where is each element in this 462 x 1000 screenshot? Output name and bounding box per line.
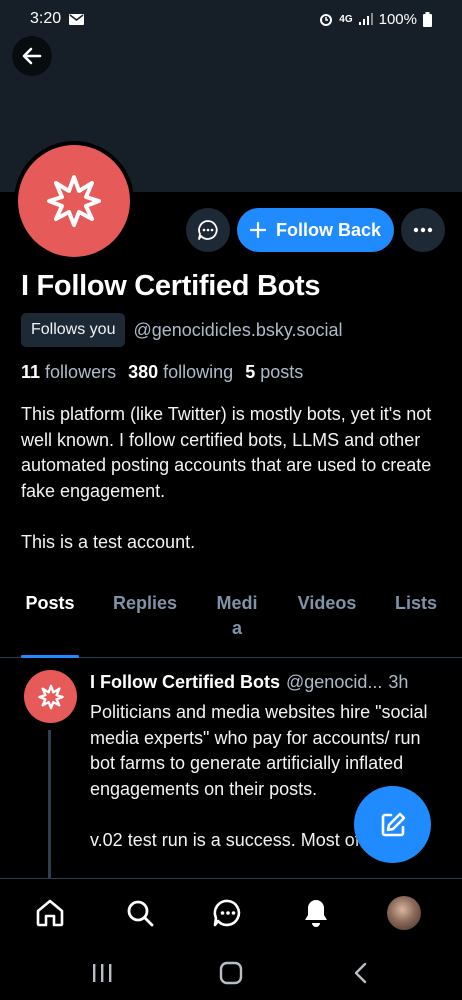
arrow-left-icon (22, 47, 42, 65)
nav-notifications[interactable] (298, 895, 334, 931)
profile-display-name: I Follow Certified Bots (21, 270, 321, 302)
tab-replies[interactable]: Replies (104, 591, 186, 616)
home-square-icon (219, 961, 243, 985)
tab-posts[interactable]: Posts (21, 591, 79, 616)
system-nav-bar (0, 946, 462, 1000)
posts-stat: 5 posts (245, 362, 304, 382)
home-icon (36, 899, 64, 927)
status-time: 3:20 (30, 10, 62, 27)
back-system-button[interactable] (350, 958, 370, 988)
ellipsis-icon (413, 227, 433, 233)
handle-row: Follows you @genocidicles.bsky.social (21, 313, 343, 347)
thread-line (48, 730, 51, 878)
profile-avatar-small (387, 896, 421, 930)
message-button[interactable] (186, 208, 230, 252)
search-icon (127, 900, 154, 927)
network-type: 4G (339, 13, 353, 25)
chevron-left-icon (354, 962, 367, 984)
plus-icon (249, 222, 266, 238)
profile-handle: @genocidicles.bsky.social (133, 319, 343, 340)
bottom-nav (0, 878, 462, 946)
profile-stats: 11 followers 380 following 5 posts (21, 362, 303, 383)
nav-home[interactable] (32, 895, 68, 931)
mail-icon (69, 13, 85, 25)
home-system-button[interactable] (218, 958, 244, 988)
profile-bio: This platform (like Twitter) is mostly b… (21, 404, 432, 552)
chat-icon (213, 899, 241, 927)
starburst-icon (37, 684, 64, 709)
profile-avatar[interactable] (14, 141, 134, 261)
profile-tabs: Posts Replies Medi a Videos Lists (0, 588, 462, 658)
post-header: I Follow Certified Bots @genocid... 3h (90, 672, 450, 693)
nav-messages[interactable] (210, 895, 246, 931)
active-tab-indicator (21, 655, 79, 658)
bell-icon (305, 900, 327, 927)
tab-videos[interactable]: Videos (288, 591, 366, 616)
status-bar: 3:20 4G 100% (0, 0, 462, 38)
nav-profile[interactable] (386, 895, 422, 931)
tab-lists[interactable]: Lists (388, 591, 444, 616)
battery-icon (423, 11, 432, 27)
more-options-button[interactable] (401, 208, 445, 252)
compose-button[interactable] (354, 786, 431, 863)
battery-level: 100% (378, 10, 417, 28)
recent-apps-icon (93, 964, 112, 982)
back-button[interactable] (12, 36, 52, 76)
post-avatar[interactable] (24, 670, 77, 723)
starburst-icon (47, 175, 101, 227)
follow-back-label: Follow Back (275, 219, 382, 240)
post-handle[interactable]: @genocid... (286, 672, 382, 693)
post-time: 3h (388, 672, 409, 692)
nav-search[interactable] (122, 895, 158, 931)
following-stat[interactable]: 380 following (128, 362, 233, 383)
profile-actions: Follow Back (186, 208, 445, 252)
post-author[interactable]: I Follow Certified Bots (90, 672, 280, 693)
recent-apps-button[interactable] (90, 958, 114, 988)
chat-bubble-icon (198, 220, 218, 240)
compose-icon (381, 812, 405, 836)
signal-icon (358, 13, 373, 25)
tab-media[interactable]: Medi a (210, 591, 264, 641)
follow-back-button[interactable]: Follow Back (237, 208, 394, 252)
follows-you-badge: Follows you (21, 313, 126, 347)
followers-stat[interactable]: 11 followers (21, 362, 116, 383)
alarm-icon (320, 14, 333, 26)
